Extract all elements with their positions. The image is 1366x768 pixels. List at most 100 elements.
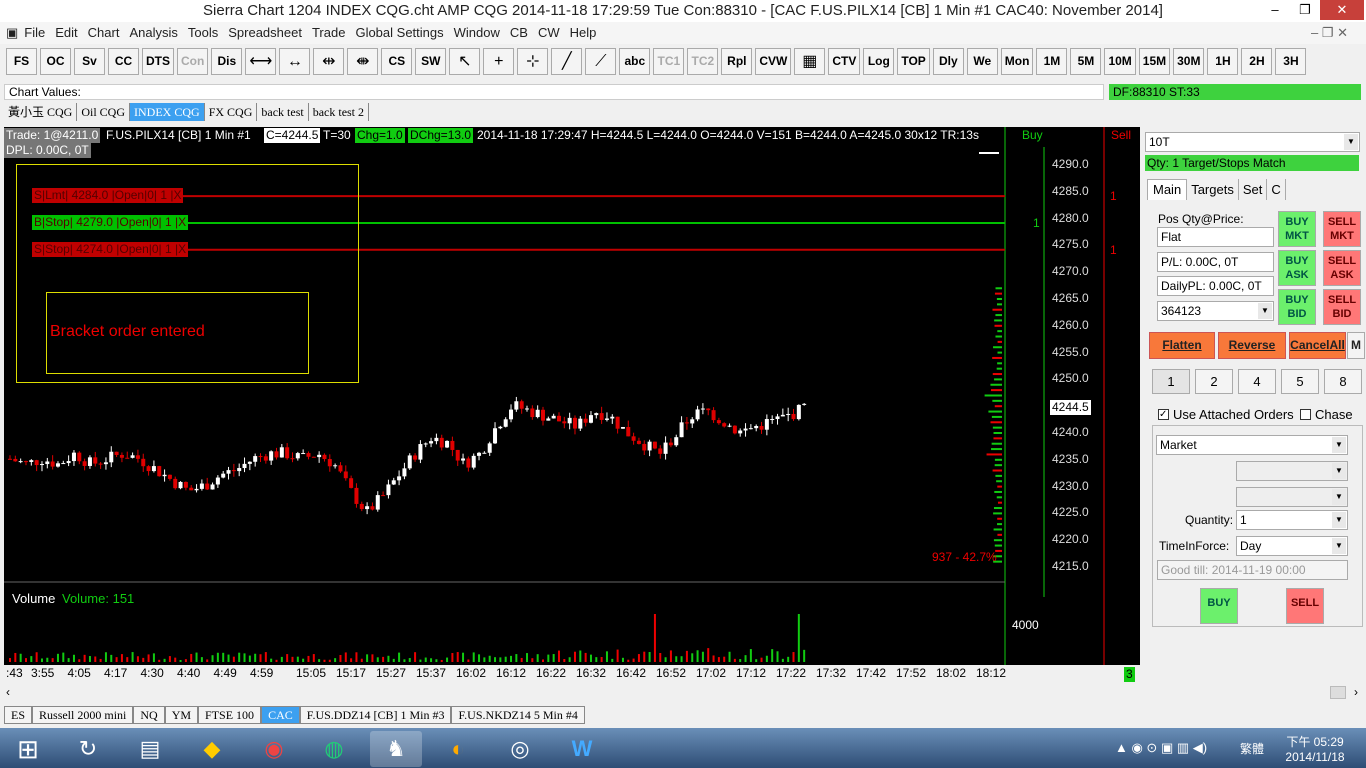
restore-button[interactable]: ❐ [1290,0,1320,20]
menu-file[interactable]: File [24,25,45,40]
toolbar-button-20[interactable]: TC2 [687,47,719,75]
toolbar-button-21[interactable]: Rpl [721,47,753,75]
toolbar-button-28[interactable]: We [966,47,998,75]
toolbar-button-15[interactable]: ⊹ [517,47,549,75]
reverse-button[interactable]: Reverse [1218,332,1286,359]
use-attached-orders-checkbox[interactable]: ✓ Use Attached Orders [1158,407,1294,422]
menu-global-settings[interactable]: Global Settings [355,25,443,40]
buy-button[interactable]: BUY [1200,588,1238,624]
cancel-all-button[interactable]: CancelAll [1289,332,1346,359]
chart-tab[interactable]: back test 2 [309,103,370,121]
menu-trade[interactable]: Trade [312,25,345,40]
sell-market-button[interactable]: SELL MKT [1323,211,1361,247]
toolbar-button-34[interactable]: 30M [1173,47,1205,75]
chase-checkbox[interactable]: Chase [1300,407,1353,422]
chart-tab[interactable]: INDEX CQG [130,103,205,121]
toolbar-button-16[interactable]: ╱ [551,47,583,75]
chartbook-tab[interactable]: YM [164,706,199,724]
toolbar-button-14[interactable]: + [483,47,515,75]
taskbar-app-icon[interactable]: ↻ [62,731,114,767]
toolbar-button-37[interactable]: 3H [1275,47,1307,75]
toolbar-button-8[interactable]: ↔ [279,47,311,75]
toolbar-button-27[interactable]: Dly [932,47,964,75]
toolbar-button-7[interactable]: ⟷ [245,47,277,75]
folder-icon[interactable]: ▤ [124,731,176,767]
qty-preset-button[interactable]: 5 [1281,369,1319,394]
toolbar-button-22[interactable]: CVW [755,47,792,75]
toolbar-button-29[interactable]: Mon [1000,47,1034,75]
toolbar-button-1[interactable]: OC [40,47,71,75]
toolbar-button-35[interactable]: 1H [1207,47,1239,75]
input-language[interactable]: 繁體 [1240,740,1264,757]
m-button[interactable]: M [1347,332,1365,359]
tab-targets[interactable]: Targets [1187,179,1239,200]
chartbook-tab[interactable]: Russell 2000 mini [32,706,134,724]
buy-bid-button[interactable]: BUY BID [1278,289,1316,325]
toolbar-button-36[interactable]: 2H [1241,47,1273,75]
tab-set[interactable]: Set [1239,179,1268,200]
price-select-2[interactable]: ▼ [1236,487,1348,507]
chart-tab[interactable]: FX CQG [205,103,258,121]
sierra-chart-icon[interactable]: ♞ [370,731,422,767]
qty-preset-button[interactable]: 8 [1324,369,1362,394]
account-select[interactable]: 364123 ▼ [1157,301,1274,321]
camera-icon[interactable]: ◎ [494,731,546,767]
scroll-right-icon[interactable]: › [1354,685,1358,699]
toolbar-button-33[interactable]: 15M [1138,47,1171,75]
buy-ask-button[interactable]: BUY ASK [1278,250,1316,286]
toolbar-button-11[interactable]: CS [381,47,413,75]
tif-select[interactable]: Day ▼ [1236,536,1348,556]
sell-bid-button[interactable]: SELL BID [1323,289,1361,325]
scrollbar-thumb[interactable] [1330,686,1346,699]
toolbar-button-6[interactable]: Dis [211,47,243,75]
quantity-field[interactable]: 1 ▼ [1236,510,1348,530]
app-icon[interactable]: ◐ [432,731,484,767]
chartbook-tab[interactable]: ES [4,706,33,724]
toolbar-button-12[interactable]: SW [415,47,447,75]
menu-tools[interactable]: Tools [188,25,218,40]
qty-preset-button[interactable]: 1 [1152,369,1190,394]
toolbar-button-2[interactable]: Sv [74,47,105,75]
menu-edit[interactable]: Edit [55,25,77,40]
chartbook-tab[interactable]: F.US.DDZ14 [CB] 1 Min #3 [299,706,452,724]
toolbar-button-3[interactable]: CC [108,47,139,75]
toolbar-button-10[interactable]: ⇼ [347,47,379,75]
toolbar-button-26[interactable]: TOP [897,47,930,75]
tab-c[interactable]: C [1267,179,1286,200]
toolbar-button-24[interactable]: CTV [828,47,861,75]
toolbar-button-32[interactable]: 10M [1104,47,1136,75]
minimize-button[interactable]: – [1260,0,1290,20]
chart-area[interactable]: Trade: 1@4211.0 F.US.PILX14 [CB] 1 Min #… [4,127,1140,683]
chartbook-tab[interactable]: FTSE 100 [198,706,262,724]
sell-button[interactable]: SELL [1286,588,1324,624]
qty-preset-button[interactable]: 4 [1238,369,1276,394]
menu-cw[interactable]: CW [538,25,560,40]
order-type-select[interactable]: Market ▼ [1156,435,1348,455]
chartbook-tab[interactable]: F.US.NKDZ14 5 Min #4 [451,706,585,724]
qty-select[interactable]: 10T ▼ [1145,132,1360,152]
menu-spreadsheet[interactable]: Spreadsheet [228,25,302,40]
menu-help[interactable]: Help [570,25,597,40]
toolbar-button-18[interactable]: abc [619,47,651,75]
chrome-icon[interactable]: ◉ [248,731,300,767]
price-select-1[interactable]: ▼ [1236,461,1348,481]
clock[interactable]: 下午 05:29 2014/11/18 [1280,733,1350,764]
sell-ask-button[interactable]: SELL ASK [1323,250,1361,286]
toolbar-button-9[interactable]: ⇹ [313,47,345,75]
menu-chart[interactable]: Chart [88,25,120,40]
toolbar-button-23[interactable]: ▦ [794,47,826,75]
toolbar-button-25[interactable]: Log [863,47,895,75]
word-icon[interactable]: W [556,731,608,767]
toolbar-button-13[interactable]: ↖ [449,47,481,75]
mdi-controls[interactable]: – ❐ ✕ [1311,22,1348,44]
toolbar-button-0[interactable]: FS [6,47,37,75]
horizontal-scrollbar[interactable]: ‹ › [0,684,1366,701]
good-till-field[interactable]: Good till: 2014-11-19 00:00 [1157,560,1348,580]
chartbook-tab[interactable]: NQ [133,706,165,724]
toolbar-button-30[interactable]: 1M [1036,47,1068,75]
order-tag[interactable]: B|Stop| 4279.0 |Open|0| 1 |X [32,214,189,230]
globe-icon[interactable]: ◍ [308,731,360,767]
start-button[interactable]: ⊞ [2,731,54,767]
chart-tab[interactable]: back test [257,103,309,121]
order-tag[interactable]: S|Stop| 4274.0 |Open|0| 1 |X [32,241,189,257]
